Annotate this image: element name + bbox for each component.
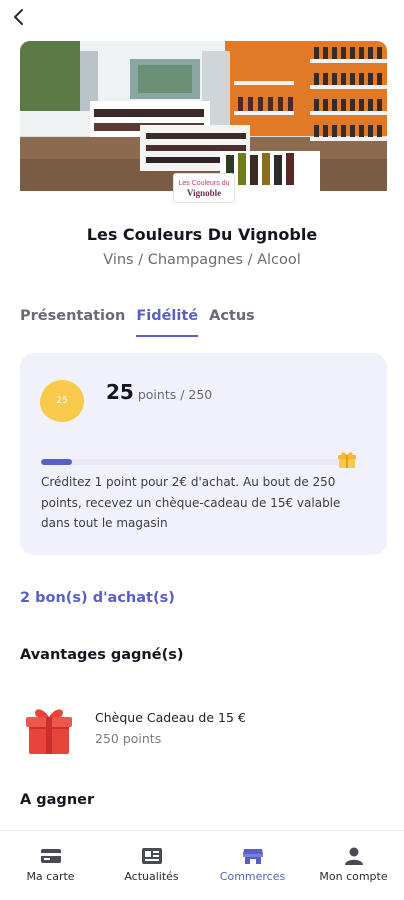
- nav-label: Actualités: [124, 870, 179, 883]
- tab-presentation[interactable]: Présentation: [20, 306, 125, 332]
- nav-label: Commerces: [219, 870, 286, 883]
- nav-mon-compte[interactable]: Mon compte: [309, 847, 399, 883]
- nav-actualites[interactable]: Actualités: [107, 847, 197, 883]
- nav-commerces[interactable]: Commerces: [208, 847, 298, 883]
- bottom-nav: Ma carte Actualités Commerces Mon compte: [0, 830, 404, 900]
- points-progress-fill: [41, 459, 72, 465]
- points-badge: 25: [40, 380, 84, 422]
- store-tabs: Présentation Fidélité Actus: [20, 306, 255, 337]
- app-screen: Les Couleurs du Vignoble Les Couleurs Du…: [0, 0, 404, 900]
- loyalty-card: 25 25 points / 250 Créditez 1 point pour…: [20, 353, 387, 555]
- logo-line1: Les Couleurs du: [179, 180, 230, 187]
- points-summary: 25 points / 250: [106, 380, 212, 404]
- reward-title: Chèque Cadeau de 15 €: [95, 710, 246, 725]
- back-button[interactable]: [6, 4, 32, 30]
- earned-rewards-title: Avantages gagné(s): [20, 647, 184, 663]
- card-icon: [40, 849, 61, 863]
- nav-ma-carte[interactable]: Ma carte: [6, 847, 96, 883]
- store-icon: [242, 849, 263, 864]
- gift-icon: [338, 452, 356, 468]
- store-category: Vins / Champagnes / Alcool: [103, 252, 301, 268]
- store-logo: Les Couleurs du Vignoble: [174, 174, 234, 202]
- points-count: 25: [106, 380, 134, 404]
- store-name: Les Couleurs Du Vignoble: [86, 225, 318, 244]
- store-photo: [20, 41, 387, 191]
- tab-fidelite[interactable]: Fidélité: [136, 306, 198, 337]
- chevron-left-icon: [14, 9, 23, 25]
- gift-icon: [26, 709, 72, 754]
- list-item[interactable]: Chèque Cadeau de 15 € 250 points: [20, 700, 380, 760]
- reward-points: 250 points: [95, 731, 162, 746]
- vouchers-link[interactable]: 2 bon(s) d'achat(s): [20, 590, 175, 606]
- to-earn-title: A gagner: [20, 792, 95, 808]
- user-icon: [344, 847, 363, 865]
- logo-line2: Vignoble: [187, 188, 221, 198]
- newspaper-icon: [141, 848, 162, 864]
- points-progress-bar: [41, 459, 346, 465]
- loyalty-description: Créditez 1 point pour 2€ d'achat. Au bou…: [41, 475, 341, 530]
- nav-label: Ma carte: [26, 870, 75, 883]
- points-unit: points / 250: [137, 387, 213, 402]
- tab-actus[interactable]: Actus: [209, 306, 255, 332]
- nav-label: Mon compte: [319, 870, 388, 883]
